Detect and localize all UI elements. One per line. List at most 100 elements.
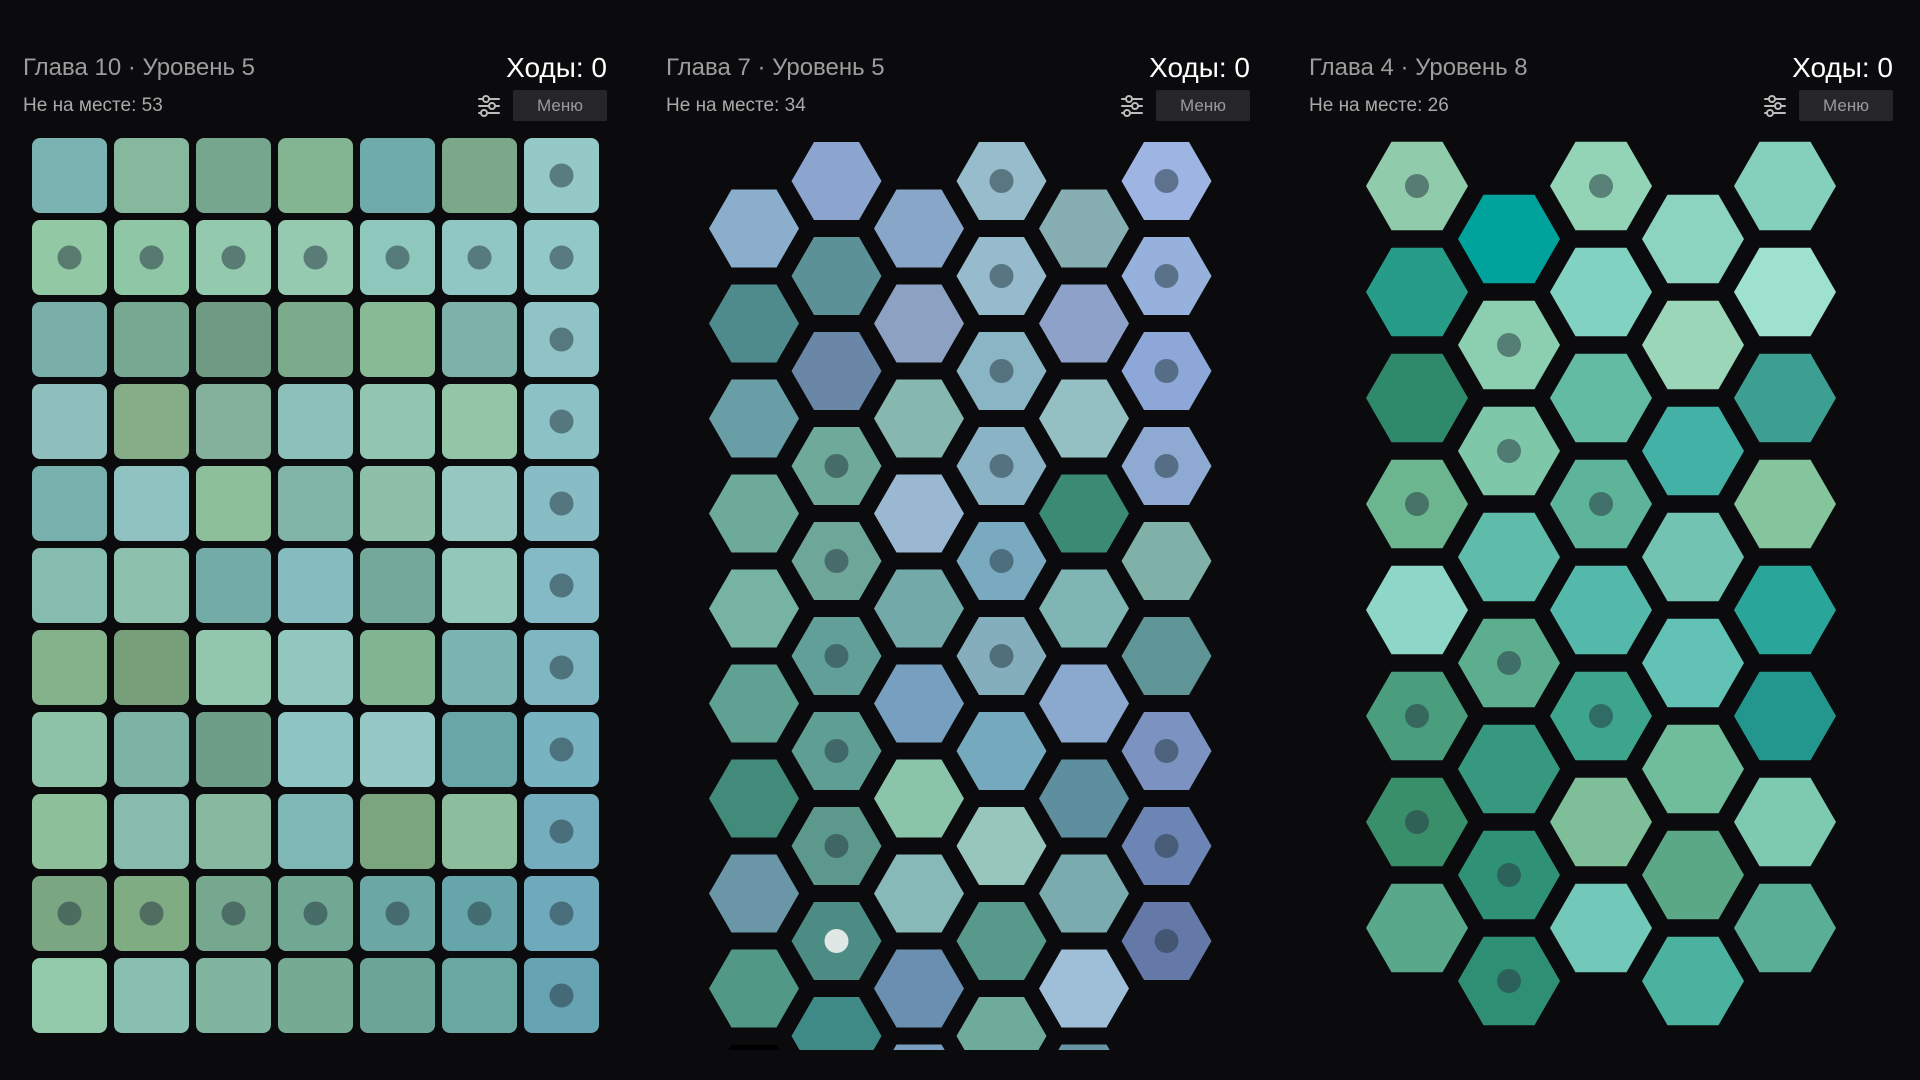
- color-tile[interactable]: [114, 548, 189, 623]
- color-tile[interactable]: [114, 302, 189, 377]
- color-tile[interactable]: [32, 630, 107, 705]
- hex-tile[interactable]: [1550, 565, 1652, 655]
- color-tile[interactable]: [360, 712, 435, 787]
- hex-tile[interactable]: [1550, 247, 1652, 337]
- color-tile[interactable]: [196, 302, 271, 377]
- hex-tile[interactable]: [1121, 522, 1212, 600]
- color-tile[interactable]: [114, 630, 189, 705]
- color-tile[interactable]: [360, 302, 435, 377]
- color-tile[interactable]: [442, 302, 517, 377]
- hex-tile[interactable]: [956, 807, 1047, 885]
- hex-tile[interactable]: [709, 949, 799, 1028]
- hex-tile[interactable]: [1039, 664, 1129, 743]
- color-tile[interactable]: [196, 630, 271, 705]
- hex-tile[interactable]: [1039, 759, 1129, 838]
- hex-tile[interactable]: [791, 237, 882, 315]
- hex-tile[interactable]: [1734, 671, 1836, 761]
- hex-tile[interactable]: [709, 664, 799, 743]
- color-tile[interactable]: [278, 138, 353, 213]
- hex-tile[interactable]: [1642, 830, 1744, 920]
- hex-tile[interactable]: [1458, 724, 1560, 814]
- hex-tile[interactable]: [791, 997, 882, 1050]
- hex-tile[interactable]: [709, 474, 799, 553]
- hex-tile[interactable]: [1366, 883, 1468, 973]
- hex-tile[interactable]: [1734, 353, 1836, 443]
- color-tile[interactable]: [442, 548, 517, 623]
- hex-tile[interactable]: [791, 332, 882, 410]
- menu-button[interactable]: Меню: [513, 90, 607, 121]
- color-tile[interactable]: [114, 712, 189, 787]
- color-tile[interactable]: [442, 138, 517, 213]
- hex-tile[interactable]: [1458, 194, 1560, 284]
- color-tile[interactable]: [196, 958, 271, 1033]
- hex-tile[interactable]: [874, 949, 964, 1028]
- hex-tile[interactable]: [956, 997, 1047, 1050]
- hex-tile[interactable]: [874, 569, 964, 648]
- hex-tile[interactable]: [1039, 284, 1129, 363]
- hex-tile[interactable]: [1642, 724, 1744, 814]
- hex-tile[interactable]: [1039, 1044, 1129, 1051]
- color-tile[interactable]: [278, 384, 353, 459]
- color-tile[interactable]: [278, 630, 353, 705]
- hex-tile[interactable]: [874, 759, 964, 838]
- hex-tile[interactable]: [874, 664, 964, 743]
- hex-tile[interactable]: [1039, 189, 1129, 268]
- hex-tile[interactable]: [709, 569, 799, 648]
- color-tile[interactable]: [32, 384, 107, 459]
- color-tile[interactable]: [32, 712, 107, 787]
- hex-tile[interactable]: [1366, 565, 1468, 655]
- color-tile[interactable]: [32, 958, 107, 1033]
- hex-tile[interactable]: [1642, 618, 1744, 708]
- color-tile[interactable]: [360, 384, 435, 459]
- color-tile[interactable]: [278, 712, 353, 787]
- color-tile[interactable]: [360, 466, 435, 541]
- color-tile[interactable]: [114, 384, 189, 459]
- color-tile[interactable]: [278, 958, 353, 1033]
- color-tile[interactable]: [196, 384, 271, 459]
- hex-tile[interactable]: [709, 854, 799, 933]
- hex-tile[interactable]: [1642, 512, 1744, 602]
- hex-tile[interactable]: [874, 189, 964, 268]
- hex-tile[interactable]: [1734, 141, 1836, 231]
- color-tile[interactable]: [196, 712, 271, 787]
- hex-tile[interactable]: [1121, 617, 1212, 695]
- color-tile[interactable]: [278, 794, 353, 869]
- color-tile[interactable]: [114, 138, 189, 213]
- hex-tile[interactable]: [709, 189, 799, 268]
- color-tile[interactable]: [278, 302, 353, 377]
- menu-button[interactable]: Меню: [1156, 90, 1250, 121]
- hex-tile[interactable]: [791, 142, 882, 220]
- hex-tile[interactable]: [709, 379, 799, 458]
- hex-tile[interactable]: [874, 379, 964, 458]
- color-tile[interactable]: [114, 794, 189, 869]
- sliders-icon[interactable]: [477, 94, 501, 118]
- hex-tile[interactable]: [874, 854, 964, 933]
- hex-tile[interactable]: [1642, 300, 1744, 390]
- hex-tile[interactable]: [1458, 512, 1560, 602]
- color-tile[interactable]: [196, 794, 271, 869]
- color-tile[interactable]: [360, 958, 435, 1033]
- color-tile[interactable]: [442, 384, 517, 459]
- color-tile[interactable]: [196, 138, 271, 213]
- hex-tile[interactable]: [1039, 379, 1129, 458]
- sliders-icon[interactable]: [1763, 94, 1787, 118]
- color-tile[interactable]: [360, 138, 435, 213]
- hex-tile[interactable]: [709, 759, 799, 838]
- color-tile[interactable]: [196, 548, 271, 623]
- color-tile[interactable]: [442, 712, 517, 787]
- color-tile[interactable]: [442, 630, 517, 705]
- hex-tile[interactable]: [1642, 406, 1744, 496]
- hex-tile[interactable]: [874, 1044, 964, 1051]
- color-tile[interactable]: [196, 466, 271, 541]
- color-tile[interactable]: [32, 302, 107, 377]
- color-tile[interactable]: [32, 466, 107, 541]
- hex-tile[interactable]: [1642, 936, 1744, 1026]
- color-tile[interactable]: [114, 466, 189, 541]
- color-tile[interactable]: [32, 794, 107, 869]
- hex-tile[interactable]: [1734, 459, 1836, 549]
- hex-tile[interactable]: [1734, 777, 1836, 867]
- hex-tile[interactable]: [1734, 883, 1836, 973]
- hex-tile[interactable]: [1734, 247, 1836, 337]
- color-tile[interactable]: [278, 466, 353, 541]
- color-tile[interactable]: [360, 548, 435, 623]
